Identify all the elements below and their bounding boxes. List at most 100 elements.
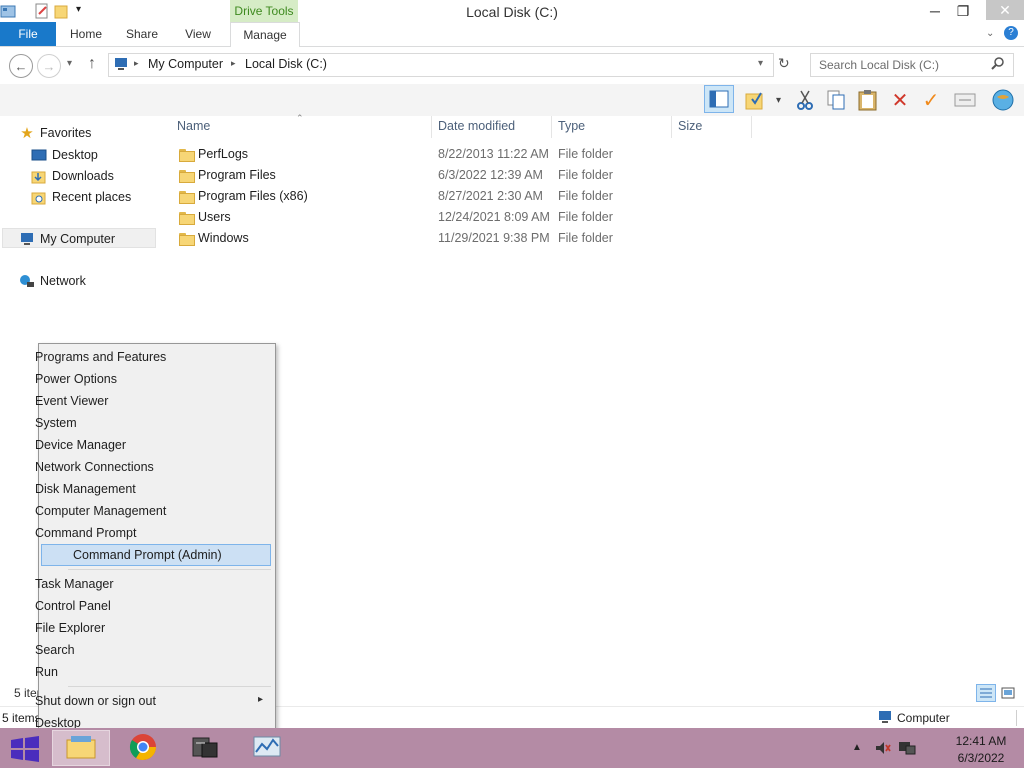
details-view-icon[interactable] <box>976 684 996 702</box>
nav-downloads[interactable]: Downloads <box>30 166 114 186</box>
nav-network[interactable]: Network <box>18 271 86 291</box>
network-globe-icon[interactable] <box>990 87 1016 113</box>
menu-item-label: Network Connections <box>35 460 154 474</box>
menu-item-command-prompt-admin[interactable]: Command Prompt (Admin) <box>41 544 271 566</box>
computer-icon <box>113 57 129 74</box>
breadcrumb-my-computer[interactable]: My Computer <box>148 57 223 71</box>
nav-favorites[interactable]: ★ Favorites <box>18 123 91 143</box>
network-icon <box>18 273 36 289</box>
copy-icon[interactable] <box>823 87 849 113</box>
menu-item-power-options[interactable]: Power Options <box>34 368 234 390</box>
column-header-date-modified[interactable]: Date modified <box>438 119 515 137</box>
new-folder-icon[interactable] <box>54 3 70 19</box>
menu-item-network-connections[interactable]: Network Connections <box>34 456 234 478</box>
nav-downloads-label: Downloads <box>52 169 114 183</box>
close-button[interactable]: ✕ <box>986 0 1024 20</box>
clock-date[interactable]: 6/3/2022 <box>950 751 1012 765</box>
folder-icon <box>179 149 195 165</box>
file-name: Program Files (x86) <box>198 189 308 203</box>
explorer-app-icon[interactable] <box>0 3 16 19</box>
menu-item-search[interactable]: Search <box>34 639 234 661</box>
column-divider[interactable] <box>431 116 432 138</box>
toolbar-dropdown-chevron-icon[interactable]: ▾ <box>776 95 781 106</box>
menu-item-disk-management[interactable]: Disk Management <box>34 478 234 500</box>
status-location: Computer <box>897 711 950 725</box>
column-header-name[interactable]: Name <box>177 119 210 137</box>
start-button[interactable] <box>10 736 40 765</box>
menu-item-shut-down-or-sign-out[interactable]: Shut down or sign out <box>34 690 234 712</box>
tab-view[interactable]: View <box>172 22 224 46</box>
paste-icon[interactable] <box>855 87 881 113</box>
desktop-icon <box>30 147 48 163</box>
menu-item-control-panel[interactable]: Control Panel <box>34 595 234 617</box>
menu-item-computer-management[interactable]: Computer Management <box>34 500 234 522</box>
preview-pane-icon[interactable] <box>704 85 734 113</box>
menu-item-event-viewer[interactable]: Event Viewer <box>34 390 234 412</box>
search-icon[interactable] <box>991 56 1005 73</box>
menu-separator <box>68 569 271 570</box>
restore-button[interactable]: ❐ <box>948 0 978 22</box>
large-icons-view-icon[interactable] <box>1000 685 1016 704</box>
volume-muted-icon[interactable] <box>874 740 892 759</box>
menu-item-command-prompt[interactable]: Command Prompt <box>34 522 234 544</box>
menu-item-file-explorer[interactable]: File Explorer <box>34 617 234 639</box>
breadcrumb-local-disk[interactable]: Local Disk (C:) <box>245 57 327 71</box>
cut-icon[interactable] <box>792 87 818 113</box>
tab-share[interactable]: Share <box>116 22 168 46</box>
folder-icon <box>179 170 195 186</box>
file-row[interactable]: Users 12/24/2021 8:09 AM File folder <box>176 208 646 228</box>
file-row[interactable]: PerfLogs 8/22/2013 11:22 AM File folder <box>176 145 646 165</box>
taskbar-file-explorer[interactable] <box>52 730 110 766</box>
menu-item-programs-and-features[interactable]: Programs and Features <box>34 346 234 368</box>
menu-item-label: Shut down or sign out <box>35 694 156 708</box>
taskbar-performance-monitor[interactable] <box>238 730 296 766</box>
submenu-arrow-icon: ▸ <box>258 694 264 705</box>
menu-item-device-manager[interactable]: Device Manager <box>34 434 234 456</box>
file-type: File folder <box>558 168 613 182</box>
file-row[interactable]: Program Files 6/3/2022 12:39 AM File fol… <box>176 166 646 186</box>
menu-item-label: Run <box>35 665 58 679</box>
taskbar-chrome[interactable] <box>114 730 172 766</box>
menu-item-task-manager[interactable]: Task Manager <box>34 573 234 595</box>
tab-file[interactable]: File <box>0 22 56 46</box>
nav-my-computer[interactable]: My Computer <box>18 229 115 249</box>
recent-locations-chevron-icon[interactable]: ▾ <box>67 58 72 69</box>
tab-home[interactable]: Home <box>60 22 112 46</box>
column-divider[interactable] <box>671 116 672 138</box>
refresh-icon[interactable]: ↻ <box>778 55 790 72</box>
address-dropdown-chevron-icon[interactable]: ▾ <box>758 58 763 69</box>
search-placeholder: Search Local Disk (C:) <box>819 58 940 72</box>
menu-item-system[interactable]: System <box>34 412 234 434</box>
rename-check-icon[interactable]: ✓ <box>918 87 944 113</box>
properties-pane-icon[interactable] <box>952 87 978 113</box>
file-row[interactable]: Windows 11/29/2021 9:38 PM File folder <box>176 229 646 249</box>
network-tray-icon[interactable] <box>898 740 916 759</box>
tab-manage[interactable]: Manage <box>230 22 300 47</box>
drive-tools-context-label: Drive Tools <box>230 0 298 22</box>
taskbar-server-manager[interactable] <box>176 730 234 766</box>
chrome-icon <box>129 733 157 764</box>
column-header-type[interactable]: Type <box>558 119 585 137</box>
minimize-button[interactable]: ─ <box>920 0 950 22</box>
forward-button[interactable]: → <box>37 54 61 78</box>
menu-item-run[interactable]: Run <box>34 661 234 683</box>
select-folder-icon[interactable] <box>742 87 768 113</box>
column-divider[interactable] <box>751 116 752 138</box>
up-button[interactable]: ↑ <box>88 55 96 73</box>
show-hidden-icons-chevron-icon[interactable]: ▲ <box>852 742 862 753</box>
server-manager-icon <box>190 734 220 763</box>
back-button[interactable]: ← <box>9 54 33 78</box>
menu-item-label: Computer Management <box>35 504 167 518</box>
clock-time[interactable]: 12:41 AM <box>950 734 1012 748</box>
file-type: File folder <box>558 210 613 224</box>
nav-desktop[interactable]: Desktop <box>30 145 98 165</box>
properties-icon[interactable] <box>34 3 50 19</box>
ribbon-expand-icon[interactable]: ⌄ <box>986 28 994 39</box>
nav-recent-places[interactable]: Recent places <box>30 187 131 207</box>
column-header-size[interactable]: Size <box>678 119 702 137</box>
file-row[interactable]: Program Files (x86) 8/27/2021 2:30 AM Fi… <box>176 187 646 207</box>
help-icon[interactable]: ? <box>1004 26 1018 40</box>
column-divider[interactable] <box>551 116 552 138</box>
delete-icon[interactable]: ✕ <box>887 87 913 113</box>
customize-qat-icon[interactable]: ▾ <box>76 4 81 15</box>
